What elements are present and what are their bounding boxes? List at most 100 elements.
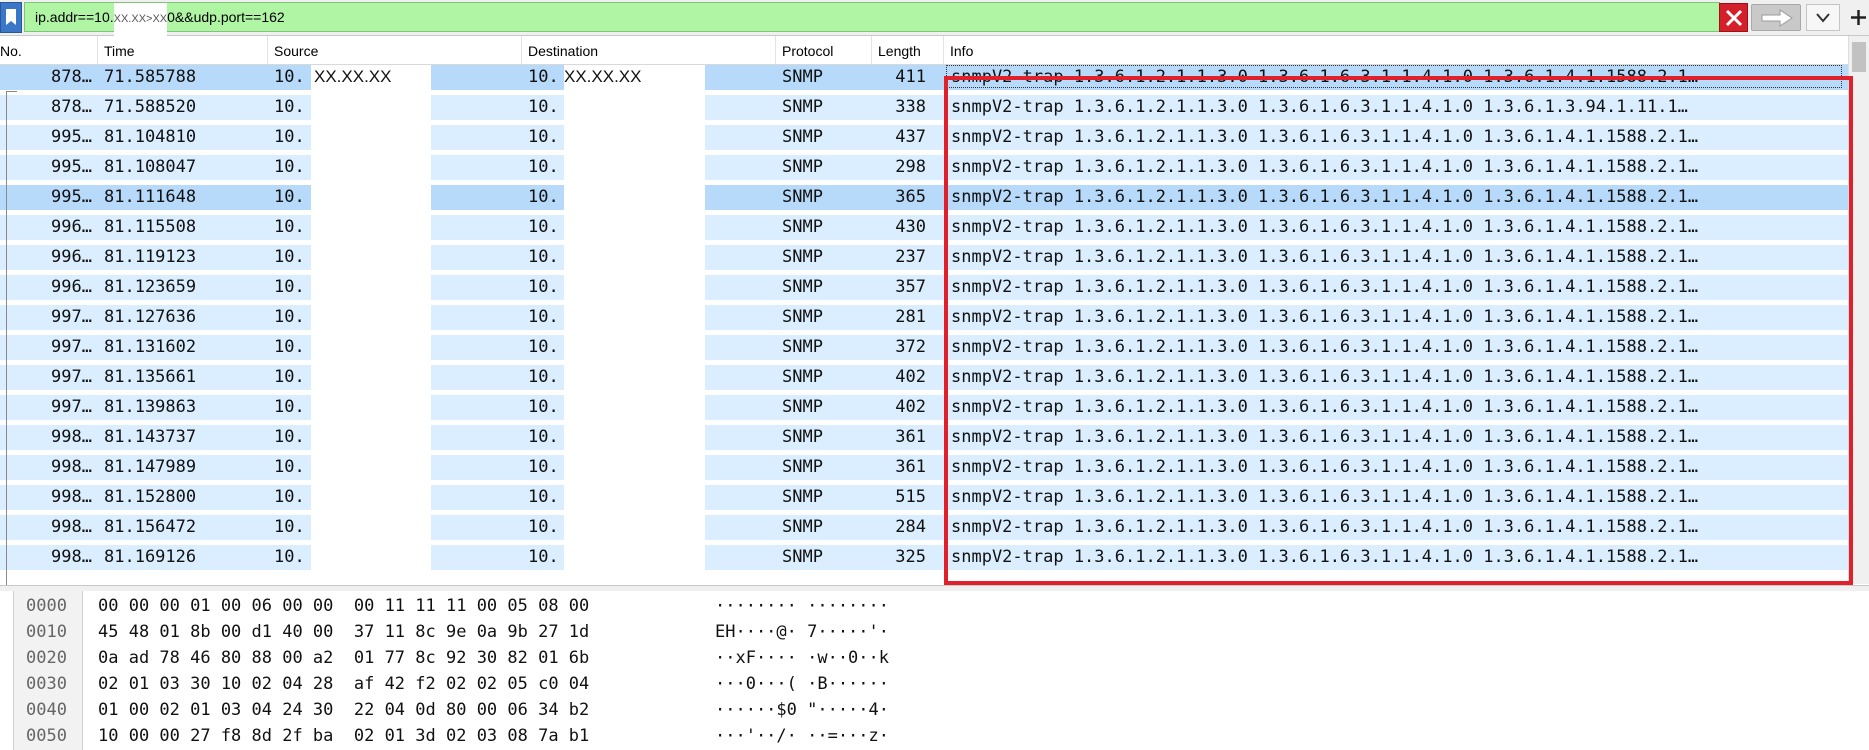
packet-length: 357 (895, 277, 926, 297)
packet-time: 81.152800 (104, 487, 197, 507)
packet-info: snmpV2-trap 1.3.6.1.2.1.1.3.0 1.3.6.1.6.… (951, 157, 1699, 177)
filter-history-dropdown[interactable] (1806, 4, 1840, 31)
column-header-source[interactable]: Source (268, 36, 522, 64)
packet-source: 10. (274, 427, 305, 447)
column-header-info[interactable]: Info (944, 36, 1848, 64)
packet-length: 515 (895, 487, 926, 507)
byte-ascii[interactable]: ········ ········ (715, 593, 889, 619)
packet-destination: 10. (528, 187, 559, 207)
packet-number: 878… (51, 67, 92, 87)
byte-hex[interactable]: 45 48 01 8b 00 d1 40 00 37 11 8c 9e 0a 9… (98, 619, 589, 645)
packet-row[interactable]: 998… 81.143737 10. 10. SNMP 361 snmpV2-trap 1.… (0, 425, 1848, 450)
packet-destination: 10. (528, 427, 559, 447)
packet-row[interactable]: 878… 71.588520 10. 10. SNMP 338 snmpV2-trap 1.… (0, 95, 1848, 120)
packet-time: 81.123659 (104, 277, 197, 297)
redacted-source (311, 95, 431, 120)
packet-length: 284 (895, 517, 926, 537)
redacted-destination: XX.XX.XX (564, 65, 705, 90)
packet-time: 71.588520 (104, 97, 197, 117)
filter-text-prefix: ip.addr==10. (35, 9, 114, 25)
redacted-source (311, 305, 431, 330)
packet-destination: 10. (528, 457, 559, 477)
packet-source: 10. (274, 547, 305, 567)
column-header-time[interactable]: Time (98, 36, 268, 64)
packet-row[interactable]: 995… 81.108047 10. 10. SNMP 298 snmpV2-trap 1.… (0, 155, 1848, 180)
packet-length: 430 (895, 217, 926, 237)
column-header-protocol[interactable]: Protocol (776, 36, 872, 64)
packet-length: 325 (895, 547, 926, 567)
packet-row[interactable]: 995… 81.104810 10. 10. SNMP 437 snmpV2-trap 1.… (0, 125, 1848, 150)
packet-source: 10. (274, 367, 305, 387)
apply-filter-button[interactable] (1751, 4, 1801, 31)
packet-source: 10. (274, 307, 305, 327)
packet-list: 878… 71.585788 10. 10. SNMP 411 snmpV2-trap 1.… (0, 65, 1848, 583)
packet-row[interactable]: 998… 81.152800 10. 10. SNMP 515 snmpV2-trap 1.… (0, 485, 1848, 510)
packet-row[interactable]: 878… 71.585788 10. 10. SNMP 411 snmpV2-trap 1.… (0, 65, 1848, 90)
filter-text-suffix: 0&&udp.port==162 (167, 9, 285, 25)
packet-row[interactable]: 997… 81.131602 10. 10. SNMP 372 snmpV2-trap 1.… (0, 335, 1848, 360)
packet-row[interactable]: 998… 81.169126 10. 10. SNMP 325 snmpV2-trap 1.… (0, 545, 1848, 570)
packet-protocol: SNMP (782, 457, 823, 477)
add-filter-button-button[interactable] (1846, 4, 1869, 31)
display-filter-input[interactable]: ip.addr==10.XX.XX>XX0&&udp.port==162 (24, 2, 1720, 47)
packet-time: 81.139863 (104, 397, 197, 417)
byte-hex[interactable]: 00 00 00 01 00 06 00 00 00 11 11 11 00 0… (98, 593, 589, 619)
redacted-source (311, 365, 431, 390)
packet-time: 81.111648 (104, 187, 197, 207)
packet-length: 402 (895, 397, 926, 417)
packet-row[interactable]: 998… 81.156472 10. 10. SNMP 284 snmpV2-trap 1.… (0, 515, 1848, 540)
packet-row[interactable]: 998… 81.147989 10. 10. SNMP 361 snmpV2-trap 1.… (0, 455, 1848, 480)
packet-info: snmpV2-trap 1.3.6.1.2.1.1.3.0 1.3.6.1.6.… (951, 547, 1699, 567)
packet-time: 81.169126 (104, 547, 197, 567)
column-header-destination[interactable]: Destination (522, 36, 776, 64)
byte-hex[interactable]: 0a ad 78 46 80 88 00 a2 01 77 8c 92 30 8… (98, 645, 589, 671)
packet-destination: 10. (528, 217, 559, 237)
packet-destination: 10. (528, 367, 559, 387)
packet-time: 81.131602 (104, 337, 197, 357)
packet-destination: 10. (528, 127, 559, 147)
packet-source: 10. (274, 517, 305, 537)
packet-row[interactable]: 995… 81.111648 10. 10. SNMP 365 snmpV2-trap 1.… (0, 185, 1848, 210)
packet-length: 361 (895, 457, 926, 477)
packet-row[interactable]: 996… 81.123659 10. 10. SNMP 357 snmpV2-trap 1.… (0, 275, 1848, 300)
display-filter-toolbar: ip.addr==10.XX.XX>XX0&&udp.port==162 (0, 0, 1869, 47)
packet-row[interactable]: 997… 81.139863 10. 10. SNMP 402 snmpV2-trap 1.… (0, 395, 1848, 420)
packet-row[interactable]: 997… 81.127636 10. 10. SNMP 281 snmpV2-trap 1.… (0, 305, 1848, 330)
redacted-destination (564, 95, 705, 120)
redacted-source (311, 395, 431, 420)
redacted-destination (564, 245, 705, 270)
packet-time: 81.135661 (104, 367, 197, 387)
byte-offset: 0030 (26, 674, 67, 694)
byte-ascii[interactable]: ······$0 "·····4· (715, 697, 889, 723)
packet-info: snmpV2-trap 1.3.6.1.2.1.1.3.0 1.3.6.1.6.… (951, 97, 1688, 117)
column-header-no[interactable]: No. (0, 36, 98, 64)
packet-source: 10. (274, 97, 305, 117)
bookmark-icon[interactable] (0, 2, 22, 33)
plus-icon (1851, 10, 1866, 25)
byte-ascii[interactable]: EH····@· 7·····'· (715, 619, 889, 645)
redacted-source (311, 455, 431, 480)
byte-hex[interactable]: 10 00 00 27 f8 8d 2f ba 02 01 3d 02 03 0… (98, 723, 589, 749)
packet-row[interactable]: 997… 81.135661 10. 10. SNMP 402 snmpV2-trap 1.… (0, 365, 1848, 390)
packet-list-scrollbar[interactable] (1848, 36, 1869, 584)
redacted-source (311, 425, 431, 450)
packet-row[interactable]: 996… 81.119123 10. 10. SNMP 237 snmpV2-trap 1.… (0, 245, 1848, 270)
redacted-source (311, 185, 431, 210)
redacted-source (311, 155, 431, 180)
packet-info: snmpV2-trap 1.3.6.1.2.1.1.3.0 1.3.6.1.6.… (951, 427, 1699, 447)
column-header-length[interactable]: Length (872, 36, 944, 64)
redacted-source (311, 545, 431, 570)
byte-hex[interactable]: 02 01 03 30 10 02 04 28 af 42 f2 02 02 0… (98, 671, 589, 697)
clear-filter-button[interactable] (1719, 3, 1748, 32)
byte-ascii[interactable]: ··xF···· ·w··0··k (715, 645, 889, 671)
chevron-down-icon (1816, 13, 1830, 23)
scrollbar-thumb[interactable] (1852, 42, 1866, 72)
packet-protocol: SNMP (782, 67, 823, 87)
redacted-destination (564, 485, 705, 510)
packet-time: 81.119123 (104, 247, 197, 267)
packet-info: snmpV2-trap 1.3.6.1.2.1.1.3.0 1.3.6.1.6.… (951, 367, 1699, 387)
packet-row[interactable]: 996… 81.115508 10. 10. SNMP 430 snmpV2-trap 1.… (0, 215, 1848, 240)
byte-ascii[interactable]: ···'··/· ··=···z· (715, 723, 889, 749)
byte-hex[interactable]: 01 00 02 01 03 04 24 30 22 04 0d 80 00 0… (98, 697, 589, 723)
byte-ascii[interactable]: ···0···( ·B······ (715, 671, 889, 697)
